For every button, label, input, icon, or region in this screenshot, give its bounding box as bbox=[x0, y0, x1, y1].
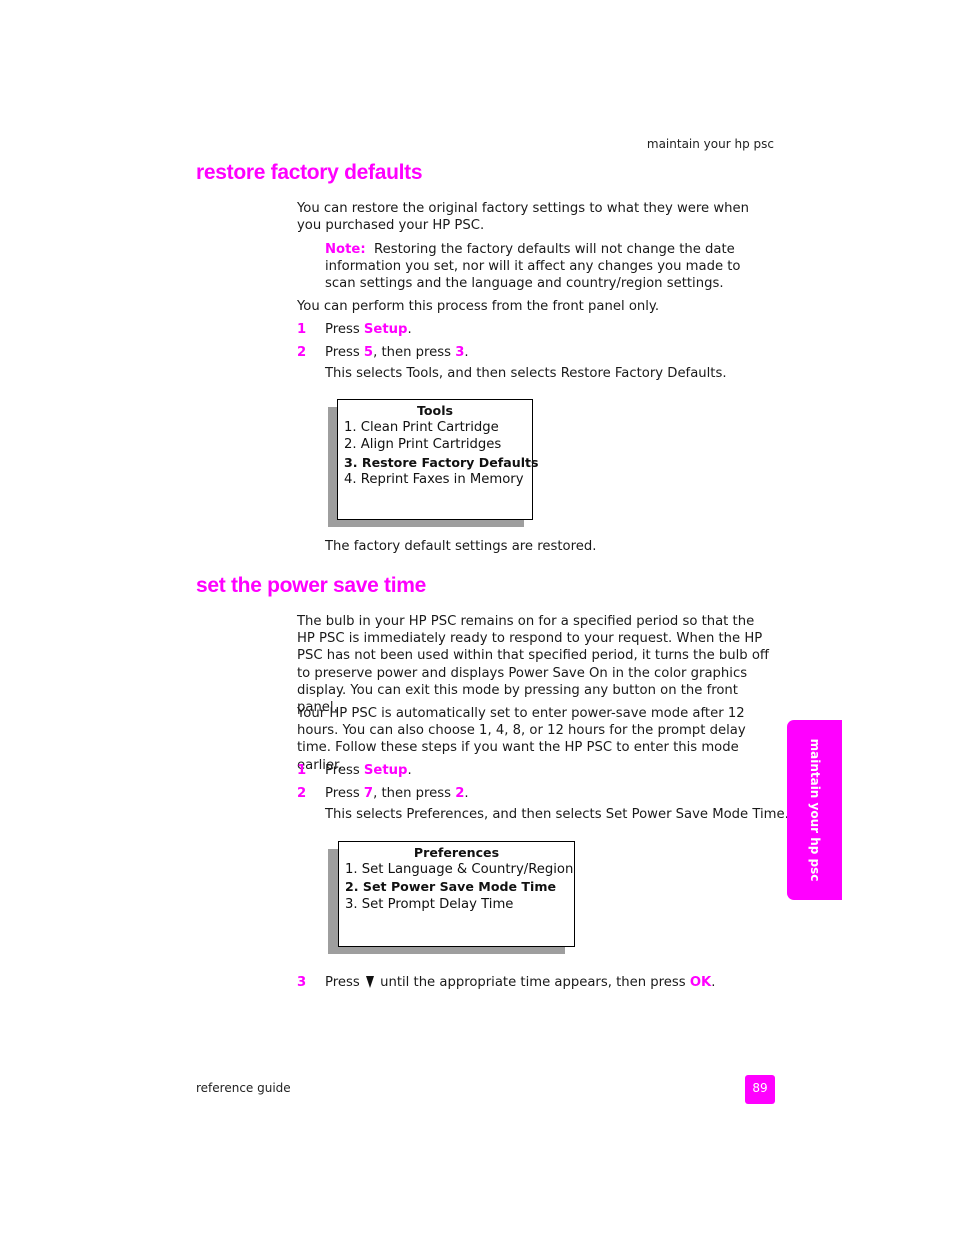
step-text-pre: Press bbox=[325, 786, 364, 801]
section1-intro: You can restore the original factory set… bbox=[297, 201, 749, 234]
menu-item-restore-factory-defaults: 3. Restore Factory Defaults bbox=[344, 454, 539, 470]
section-title-restore-factory-defaults: restore factory defaults bbox=[196, 161, 423, 184]
step-text-post: . bbox=[711, 975, 716, 990]
menu-item-clean-print-cartridge: 1. Clean Print Cartridge bbox=[344, 420, 499, 435]
step-text-post: . bbox=[464, 786, 469, 801]
step-text-mid: , then press bbox=[373, 786, 456, 801]
step-number: 2 bbox=[297, 786, 307, 801]
note-text: Restoring the factory defaults will not … bbox=[325, 242, 741, 292]
step-number: 1 bbox=[297, 322, 307, 337]
key-5: 5 bbox=[363, 345, 374, 360]
step-number: 3 bbox=[297, 975, 307, 990]
step-text-post: . bbox=[407, 322, 412, 337]
down-arrow-icon bbox=[365, 976, 374, 988]
note: Note: Restoring the factory defaults wil… bbox=[325, 241, 765, 293]
front-panel-note: You can perform this process from the fr… bbox=[297, 299, 660, 314]
page-number: 89 bbox=[745, 1075, 775, 1104]
menu-item-reprint-faxes: 4. Reprint Faxes in Memory bbox=[344, 471, 524, 487]
step-text-pre: Press bbox=[325, 763, 364, 778]
step-number: 2 bbox=[297, 345, 307, 360]
step-text-pre: Press bbox=[325, 975, 360, 990]
step-text-pre: Press bbox=[325, 322, 364, 337]
section2-para1: The bulb in your HP PSC remains on for a… bbox=[297, 614, 769, 716]
menu-title: Tools bbox=[416, 403, 454, 418]
chapter-side-tab: maintain your hp psc bbox=[787, 720, 842, 900]
setup-key: Setup bbox=[363, 322, 408, 337]
tools-menu-box: Tools 1. Clean Print Cartridge 2. Align … bbox=[337, 399, 539, 520]
step-number: 1 bbox=[297, 763, 307, 778]
step-text-pre: Press bbox=[325, 345, 364, 360]
ok-key: OK bbox=[689, 975, 712, 990]
step-text-mid: , then press bbox=[373, 345, 456, 360]
menu-item-align-print-cartridges: 2. Align Print Cartridges bbox=[344, 437, 502, 453]
step-text-post: . bbox=[464, 345, 469, 360]
key-7: 7 bbox=[363, 786, 374, 801]
section1-result: The factory default settings are restore… bbox=[325, 539, 597, 554]
menu-title: Preferences bbox=[413, 845, 500, 860]
running-head: maintain your hp psc bbox=[646, 137, 774, 151]
menu-item-set-power-save-mode-time: 2. Set Power Save Mode Time bbox=[345, 879, 557, 895]
menu-item-set-prompt-delay-time: 3. Set Prompt Delay Time bbox=[345, 896, 514, 912]
note-label: Note: bbox=[325, 242, 366, 257]
menu-item-set-language-country: 1. Set Language & Country/Region bbox=[345, 862, 574, 877]
footer-reference-guide: reference guide bbox=[196, 1081, 291, 1095]
setup-key: Setup bbox=[363, 763, 408, 778]
side-tab-label: maintain your hp psc bbox=[807, 738, 822, 882]
step-text-post: . bbox=[407, 763, 412, 778]
section1-step2-detail: This selects Tools, and then selects Res… bbox=[325, 366, 727, 381]
preferences-menu-box: Preferences 1. Set Language & Country/Re… bbox=[338, 841, 575, 947]
step-text-mid: until the appropriate time appears, then… bbox=[380, 975, 690, 990]
section2-step2-detail: This selects Preferences, and then selec… bbox=[325, 807, 789, 822]
section-title-set-power-save-time: set the power save time bbox=[196, 574, 427, 597]
